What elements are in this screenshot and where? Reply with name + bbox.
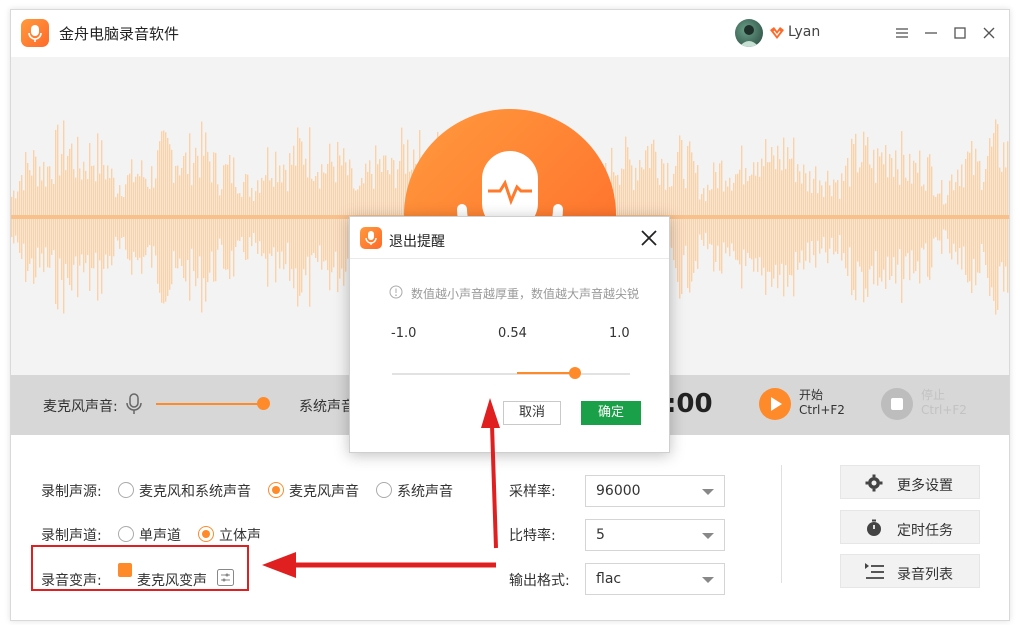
stop-icon	[891, 398, 903, 410]
radio-label[interactable]: 麦克风和系统声音	[139, 481, 251, 501]
voice-change-checkbox[interactable]	[118, 563, 132, 577]
start-shortcut: Ctrl+F2	[799, 403, 845, 417]
radio-source-system[interactable]	[376, 482, 392, 498]
play-icon	[771, 397, 782, 411]
gear-icon	[865, 474, 883, 496]
sample-rate-value: 96000	[596, 483, 641, 499]
record-list-button[interactable]: 录音列表	[840, 554, 980, 588]
username[interactable]: Lyan	[788, 24, 820, 40]
more-settings-label: 更多设置	[897, 478, 953, 494]
mic-volume-slider[interactable]	[156, 403, 264, 405]
format-select[interactable]: flac	[585, 563, 725, 595]
radio-label[interactable]: 立体声	[219, 525, 261, 545]
confirm-button[interactable]: 确定	[581, 401, 641, 425]
stop-shortcut: Ctrl+F2	[921, 403, 967, 417]
pitch-slider-handle[interactable]	[569, 367, 581, 379]
scheduled-task-button[interactable]: 定时任务	[840, 510, 980, 544]
format-label: 输出格式:	[509, 573, 570, 589]
format-value: flac	[596, 571, 622, 587]
sample-rate-select[interactable]: 96000	[585, 475, 725, 507]
radio-channel-mono[interactable]	[118, 526, 134, 542]
slider-max-label: 1.0	[609, 326, 630, 341]
close-icon[interactable]	[978, 22, 1000, 44]
title-bar: 金舟电脑录音软件 Lyan	[11, 10, 1009, 57]
minimize-icon[interactable]	[920, 22, 942, 44]
slider-min-label: -1.0	[391, 326, 417, 341]
app-logo-icon	[360, 227, 382, 249]
record-list-label: 录音列表	[897, 567, 953, 583]
pitch-slider-track[interactable]	[392, 373, 630, 375]
timer-icon	[865, 519, 883, 541]
start-text: 开始	[799, 388, 824, 402]
mic-volume-label: 麦克风声音:	[43, 399, 118, 415]
list-icon	[865, 563, 885, 585]
mic-volume-slider-handle[interactable]	[257, 397, 270, 410]
source-label: 录制声源:	[41, 484, 102, 500]
radio-label[interactable]: 麦克风声音	[289, 481, 359, 501]
voice-change-option[interactable]: 麦克风变声	[137, 570, 207, 590]
radio-source-mic[interactable]	[268, 482, 284, 498]
bitrate-label: 比特率:	[509, 528, 556, 544]
app-logo-icon	[21, 19, 49, 47]
waveform-bar	[1009, 170, 1010, 264]
cancel-button[interactable]: 取消	[503, 401, 561, 425]
bitrate-value: 5	[596, 527, 605, 543]
settings-panel: 录制声源: 麦克风和系统声音 麦克风声音 系统声音 录制声道: 单声道 立体声 …	[11, 435, 1009, 620]
start-button[interactable]	[759, 388, 791, 420]
pitch-slider-fill	[517, 372, 575, 374]
dialog-title: 退出提醒	[389, 234, 445, 250]
sample-rate-label: 采样率:	[509, 484, 556, 500]
divider	[781, 465, 782, 583]
start-button-label[interactable]: 开始 Ctrl+F2	[799, 388, 845, 418]
channel-label: 录制声道:	[41, 528, 102, 544]
chevron-down-icon	[702, 533, 714, 539]
radio-label[interactable]: 系统声音	[397, 481, 453, 501]
voice-change-dialog: 退出提醒 数值越小声音越厚重，数值越大声音越尖锐 -1.0 0.54 1.0 取…	[349, 216, 670, 453]
system-volume-label: 系统声音	[299, 399, 355, 415]
radio-channel-stereo[interactable]	[198, 526, 214, 542]
maximize-icon[interactable]	[949, 22, 971, 44]
vip-badge-icon	[769, 26, 785, 44]
dialog-header: 退出提醒	[350, 217, 669, 259]
radio-source-mic-and-system[interactable]	[118, 482, 134, 498]
slider-current-value: 0.54	[498, 326, 527, 341]
more-settings-button[interactable]: 更多设置	[840, 465, 980, 499]
avatar[interactable]	[735, 19, 763, 47]
scheduled-task-label: 定时任务	[897, 523, 953, 539]
close-icon[interactable]	[640, 229, 658, 247]
recording-timer: :00	[666, 389, 713, 419]
bitrate-select[interactable]: 5	[585, 519, 725, 551]
radio-label[interactable]: 单声道	[139, 525, 181, 545]
voice-change-label: 录音变声:	[41, 573, 102, 589]
info-icon	[389, 285, 403, 303]
chevron-down-icon	[702, 489, 714, 495]
stop-button[interactable]	[881, 388, 913, 420]
microphone-icon[interactable]	[125, 392, 143, 420]
stop-text: 停止	[921, 388, 946, 402]
chevron-down-icon	[702, 577, 714, 583]
stop-button-label[interactable]: 停止 Ctrl+F2	[921, 388, 967, 418]
app-title: 金舟电脑录音软件	[59, 25, 180, 43]
equalizer-icon[interactable]	[217, 569, 234, 590]
dialog-hint: 数值越小声音越厚重，数值越大声音越尖锐	[411, 287, 640, 301]
menu-icon[interactable]	[891, 22, 913, 44]
